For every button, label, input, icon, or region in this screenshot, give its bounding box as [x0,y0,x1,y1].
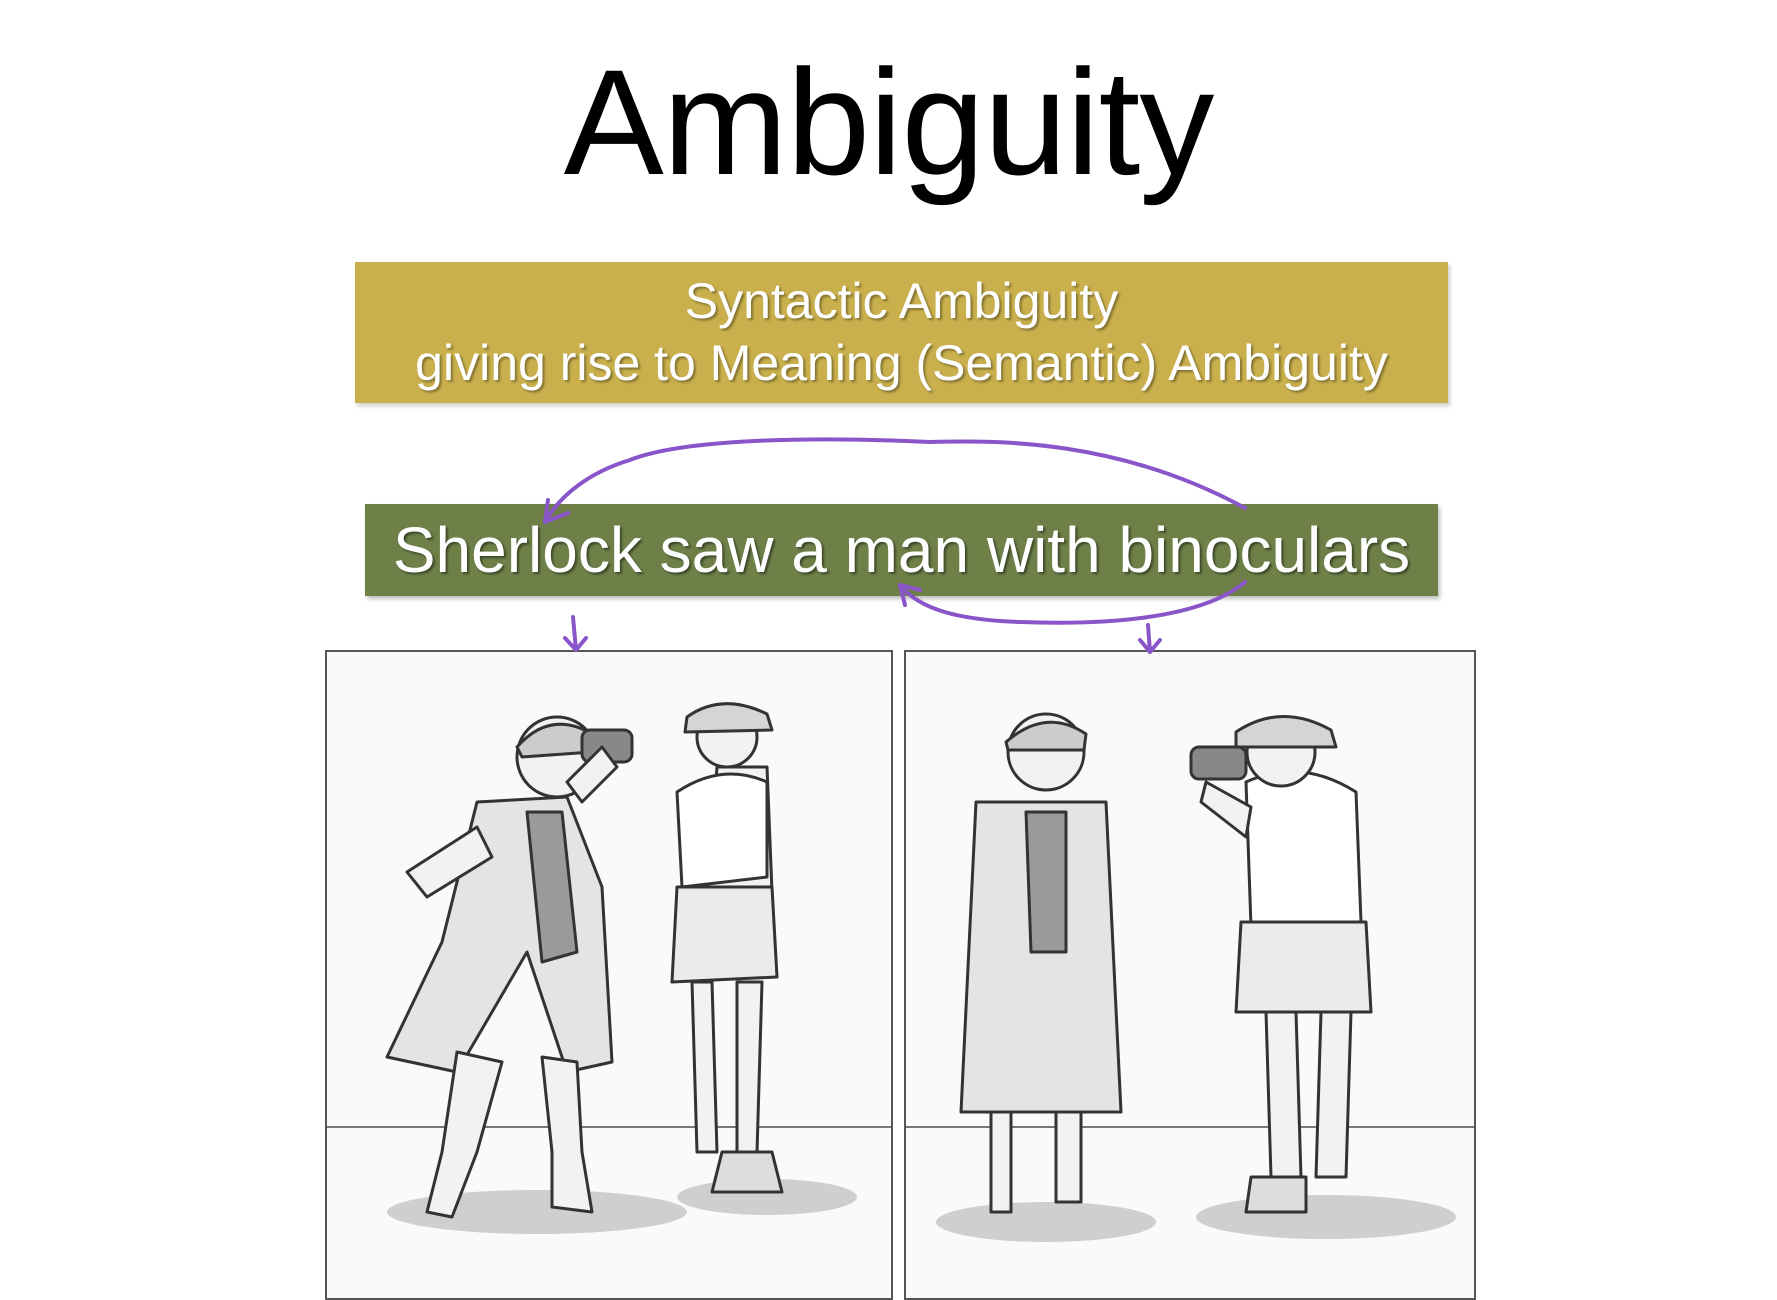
sherlock-figure [959,712,1123,1214]
sherlock-figure [385,715,634,1219]
man-figure [670,702,784,1194]
right-illustration-panel [904,650,1476,1300]
subtitle-line-1: Syntactic Ambiguity [684,273,1119,329]
syntactic-ambiguity-box: Syntactic Ambiguity giving rise to Meani… [355,262,1448,403]
subtitle-line-2: giving rise to Meaning (Semantic) Ambigu… [415,335,1388,391]
shadow [1196,1195,1456,1239]
arrow-down-left [563,615,588,652]
man-figure [1189,715,1373,1214]
left-illustration-panel [325,650,893,1300]
example-sentence: Sherlock saw a man with binoculars [392,514,1411,586]
sherlock-with-binoculars-illustration [327,702,891,1234]
shadow [936,1202,1156,1242]
slide-title: Ambiguity [563,38,1215,206]
example-sentence-box: Sherlock saw a man with binoculars [365,504,1438,596]
man-with-binoculars-illustration [906,712,1474,1242]
arrow-down-right [1138,623,1162,654]
